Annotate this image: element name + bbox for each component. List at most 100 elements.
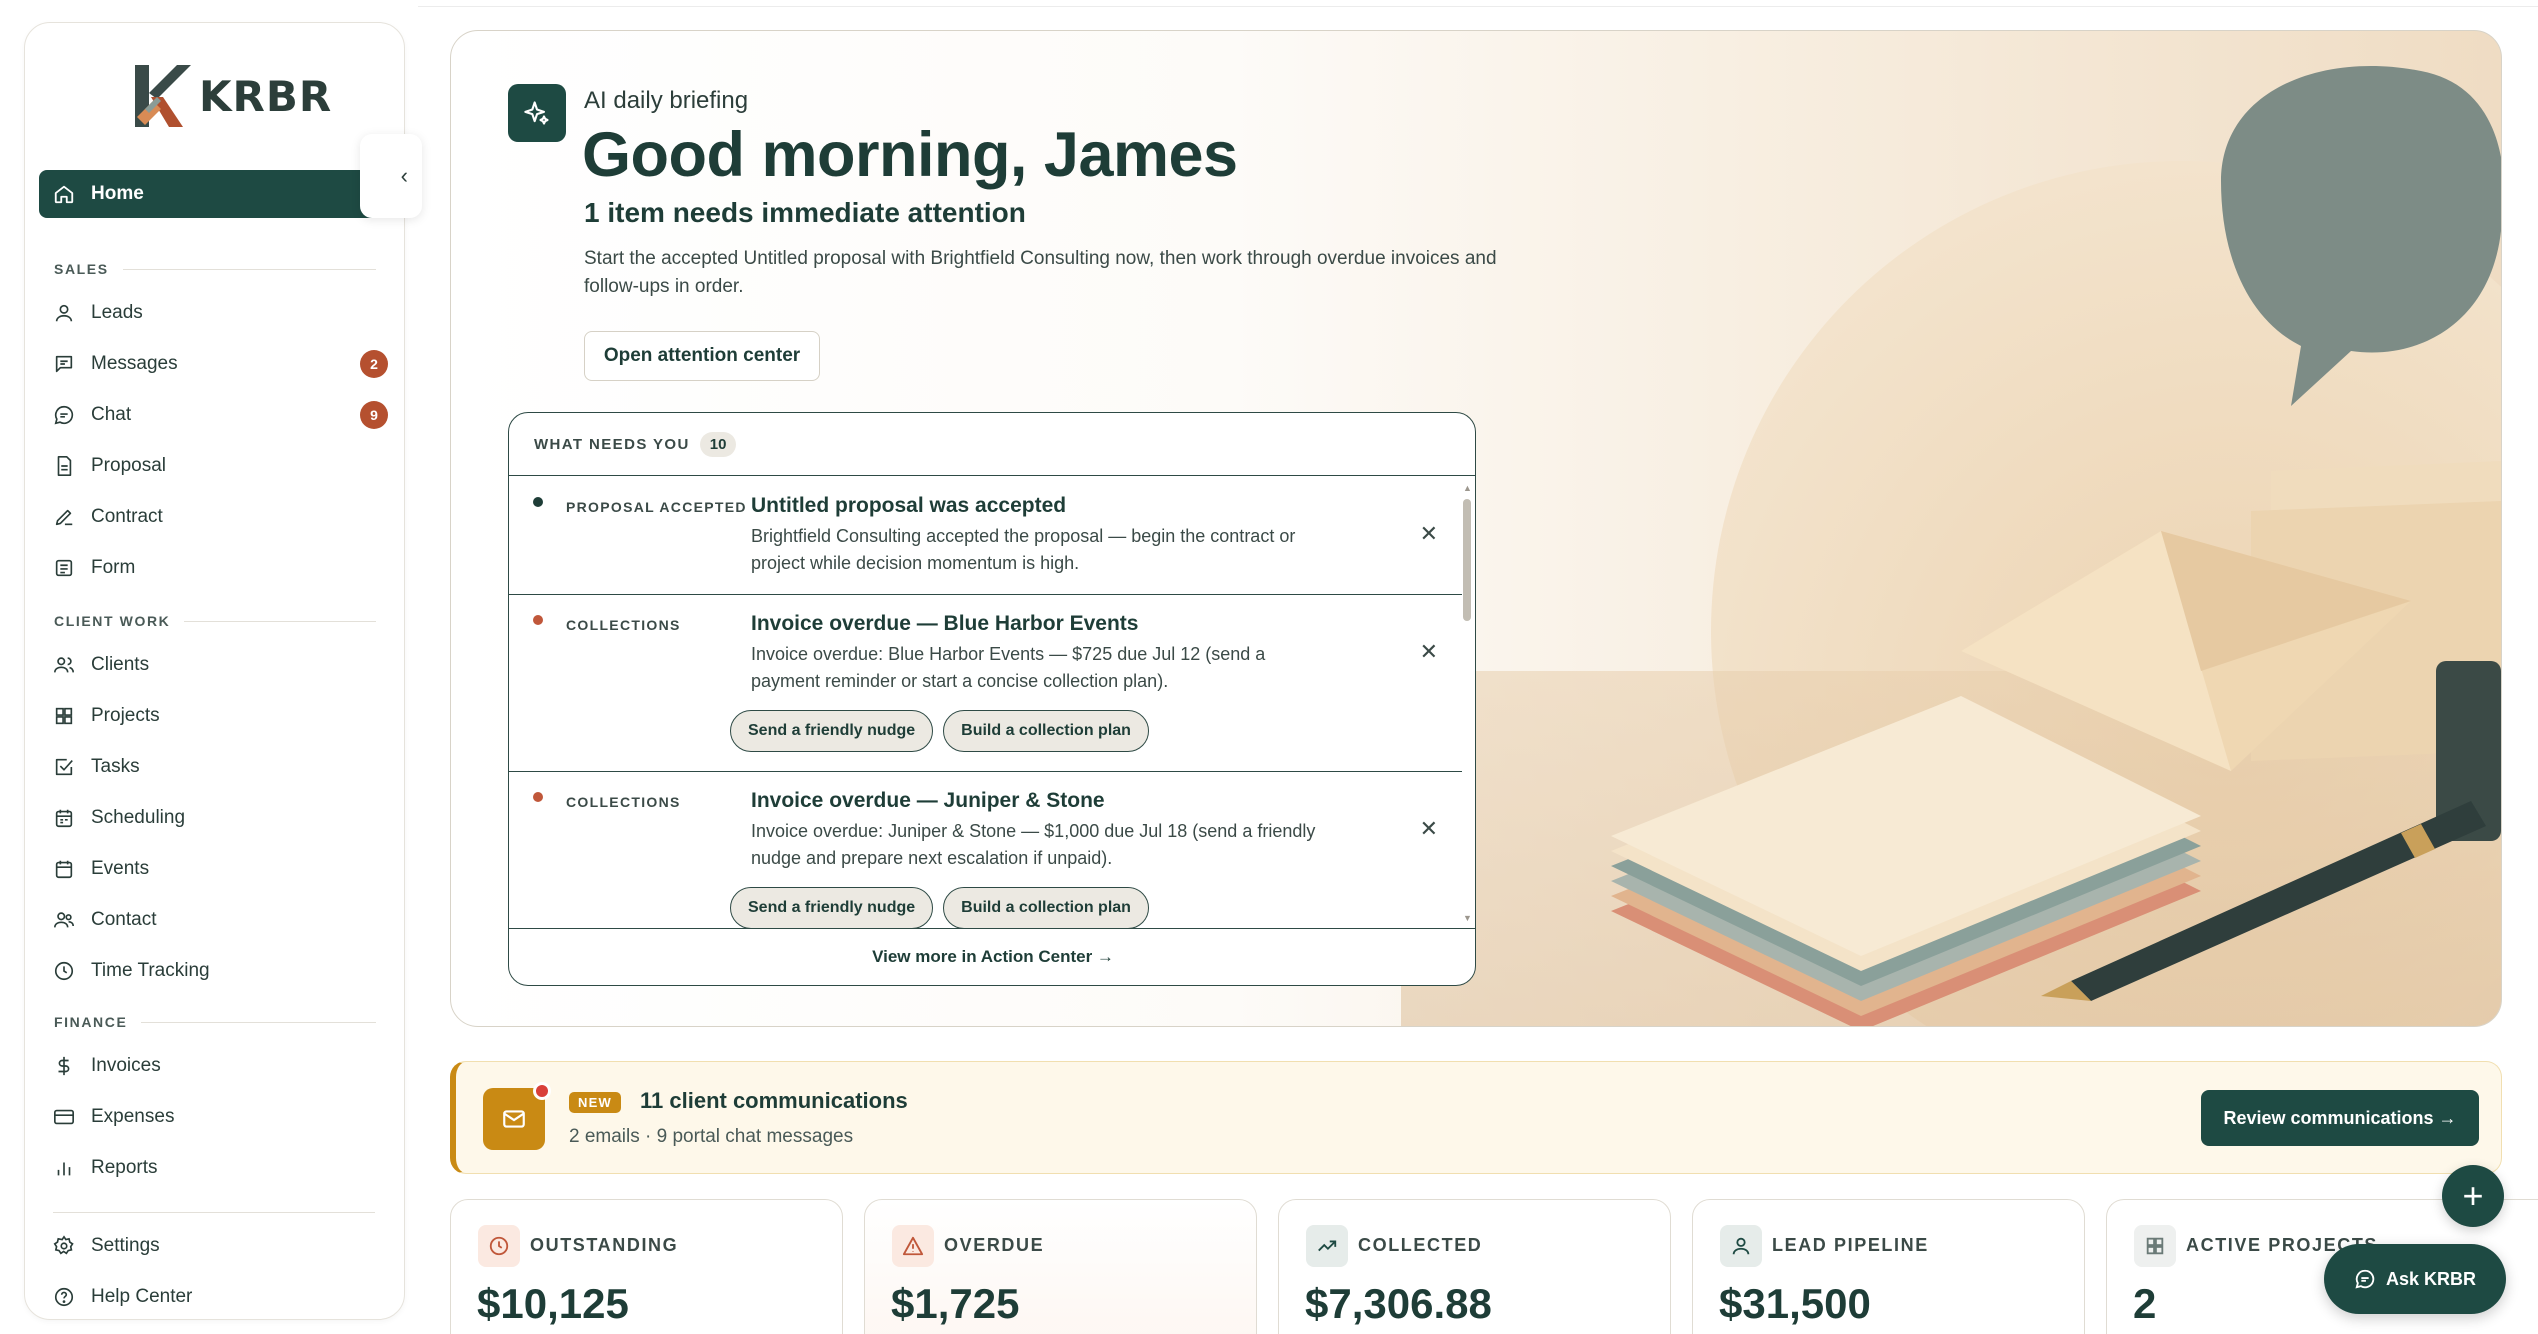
sidebar-item-label: Chat — [91, 404, 132, 425]
send-friendly-nudge-button[interactable]: Send a friendly nudge — [730, 887, 934, 929]
message-square-icon — [55, 355, 73, 373]
sidebar-item-home[interactable]: Home — [39, 170, 389, 218]
sidebar-item-label: Expenses — [91, 1106, 175, 1127]
brand-logo[interactable]: KRBR — [131, 63, 332, 129]
scroll-down-icon[interactable]: ▼ — [1463, 913, 1472, 923]
sidebar-section-finance: FINANCE — [54, 1014, 376, 1030]
sidebar-item-events[interactable]: Events — [53, 849, 388, 889]
sidebar-item-contract[interactable]: Contract — [53, 497, 388, 537]
sidebar-item-label: Form — [91, 557, 136, 578]
sidebar-item-help-center[interactable]: Help Center — [53, 1277, 388, 1317]
sidebar-item-chat[interactable]: Chat 9 — [53, 395, 388, 435]
sidebar-item-label: Help Center — [91, 1286, 193, 1307]
dismiss-close-icon[interactable]: ✕ — [1420, 639, 1438, 665]
sidebar-item-contact[interactable]: Contact — [53, 900, 388, 940]
sidebar-item-settings[interactable]: Settings — [53, 1226, 388, 1266]
credit-card-icon — [54, 1109, 74, 1125]
need-description: Brightfield Consulting accepted the prop… — [751, 526, 1296, 573]
sidebar-section-client-work: CLIENT WORK — [54, 613, 376, 629]
stat-value: $7,306.88 — [1305, 1280, 1492, 1327]
chat-bubble-icon — [54, 405, 74, 425]
sidebar-item-form[interactable]: Form — [53, 548, 388, 588]
stat-value: $1,725 — [891, 1280, 1020, 1327]
stat-icon-wrap — [1720, 1225, 1762, 1267]
stat-card-outstanding[interactable]: OUTSTANDING $10,125 — [450, 1199, 843, 1334]
sidebar-item-time-tracking[interactable]: Time Tracking — [53, 951, 388, 991]
needs-heading: WHAT NEEDS YOU — [534, 435, 690, 453]
alert-triangle-icon — [902, 1236, 924, 1256]
what-needs-you-card: WHAT NEEDS YOU 10 PROPOSAL ACCEPTED Unti… — [508, 412, 1476, 986]
view-more-action-center-link[interactable]: View more in Action Center → — [509, 928, 1475, 985]
sidebar-item-reports[interactable]: Reports — [53, 1148, 388, 1188]
stat-icon-wrap — [892, 1225, 934, 1267]
need-description: Invoice overdue: Blue Harbor Events — $7… — [751, 644, 1266, 691]
sidebar-item-invoices[interactable]: Invoices — [53, 1046, 388, 1086]
communications-banner: NEW 11 client communications 2 emails · … — [450, 1061, 2502, 1174]
ask-krbr-label: Ask KRBR — [2385, 1268, 2477, 1289]
need-category: PROPOSAL ACCEPTED — [566, 499, 747, 515]
sidebar-item-proposal[interactable]: Proposal — [53, 446, 388, 486]
stat-card-overdue[interactable]: OVERDUE $1,725 — [864, 1199, 1257, 1334]
brand-name: KRBR — [199, 71, 333, 121]
sidebar-section-sales: SALES — [54, 261, 376, 277]
need-title[interactable]: Invoice overdue — Blue Harbor Events — [751, 612, 1138, 636]
help-circle-icon — [54, 1287, 74, 1307]
build-collection-plan-button[interactable]: Build a collection plan — [943, 710, 1149, 752]
stat-icon-wrap — [478, 1225, 520, 1267]
trending-up-icon — [1318, 1240, 1337, 1252]
needs-header: WHAT NEEDS YOU 10 — [509, 413, 1475, 476]
user-icon — [55, 304, 73, 322]
sidebar-item-label: Scheduling — [91, 807, 186, 828]
review-communications-button[interactable]: Review communications → — [2201, 1090, 2479, 1146]
gear-icon — [53, 1235, 74, 1255]
need-description: Invoice overdue: Juniper & Stone — $1,00… — [751, 821, 1316, 868]
communications-subtitle: 2 emails · 9 portal chat messages — [569, 1126, 854, 1147]
stat-label: OVERDUE — [944, 1235, 1045, 1255]
build-collection-plan-button[interactable]: Build a collection plan — [943, 887, 1149, 929]
list-item[interactable]: PROPOSAL ACCEPTED Untitled proposal was … — [509, 477, 1462, 595]
bar-chart-icon — [57, 1162, 71, 1176]
dismiss-close-icon[interactable]: ✕ — [1420, 521, 1438, 547]
sidebar-collapse-button[interactable]: ‹ — [360, 134, 422, 218]
briefing-eyebrow: AI daily briefing — [584, 87, 749, 114]
plus-icon: + — [2462, 1175, 2484, 1216]
sidebar-item-label: Home — [91, 183, 144, 204]
krbr-logo-mark-icon — [135, 65, 191, 127]
sidebar-divider — [53, 1212, 375, 1213]
need-title[interactable]: Untitled proposal was accepted — [751, 494, 1066, 518]
send-friendly-nudge-button[interactable]: Send a friendly nudge — [730, 710, 934, 752]
sidebar-item-leads[interactable]: Leads — [53, 293, 388, 333]
stat-card-lead-pipeline[interactable]: LEAD PIPELINE $31,500 — [1692, 1199, 2085, 1334]
status-dot — [533, 497, 543, 507]
sidebar-item-scheduling[interactable]: Scheduling — [53, 798, 388, 838]
scroll-up-icon[interactable]: ▲ — [1463, 483, 1472, 493]
stat-label: LEAD PIPELINE — [1772, 1235, 1929, 1255]
section-label: CLIENT WORK — [54, 613, 171, 629]
sidebar-item-messages[interactable]: Messages 2 — [53, 344, 388, 384]
quick-add-button[interactable]: + — [2442, 1165, 2504, 1227]
scrollbar-thumb[interactable] — [1463, 499, 1471, 621]
grid-icon — [55, 707, 73, 725]
list-item[interactable]: COLLECTIONS Invoice overdue — Blue Harbo… — [509, 595, 1462, 772]
home-icon — [54, 185, 74, 204]
dismiss-close-icon[interactable]: ✕ — [1420, 816, 1438, 842]
list-item[interactable]: COLLECTIONS Invoice overdue — Juniper & … — [509, 772, 1462, 930]
sidebar-item-projects[interactable]: Projects — [53, 696, 388, 736]
sidebar-item-label: Events — [91, 858, 150, 879]
needs-list[interactable]: PROPOSAL ACCEPTED Untitled proposal was … — [509, 477, 1462, 930]
open-attention-center-button[interactable]: Open attention center — [584, 331, 820, 381]
ask-krbr-button[interactable]: Ask KRBR — [2324, 1244, 2506, 1314]
top-divider — [418, 6, 2538, 7]
needs-count-badge: 10 — [699, 431, 737, 457]
sidebar-item-expenses[interactable]: Expenses — [53, 1097, 388, 1137]
need-title[interactable]: Invoice overdue — Juniper & Stone — [751, 789, 1105, 813]
stat-card-collected[interactable]: COLLECTED $7,306.88 — [1278, 1199, 1671, 1334]
calendar-icon — [55, 809, 73, 828]
sidebar-item-label: Reports — [91, 1157, 158, 1178]
sidebar-item-label: Clients — [91, 654, 150, 675]
sidebar-item-clients[interactable]: Clients — [53, 645, 388, 685]
need-actions: Send a friendly nudge Build a collection… — [730, 887, 1149, 929]
sidebar-item-tasks[interactable]: Tasks — [53, 747, 388, 787]
grid-icon — [2146, 1237, 2164, 1255]
needs-scrollbar[interactable]: ▲ ▼ — [1462, 483, 1472, 923]
